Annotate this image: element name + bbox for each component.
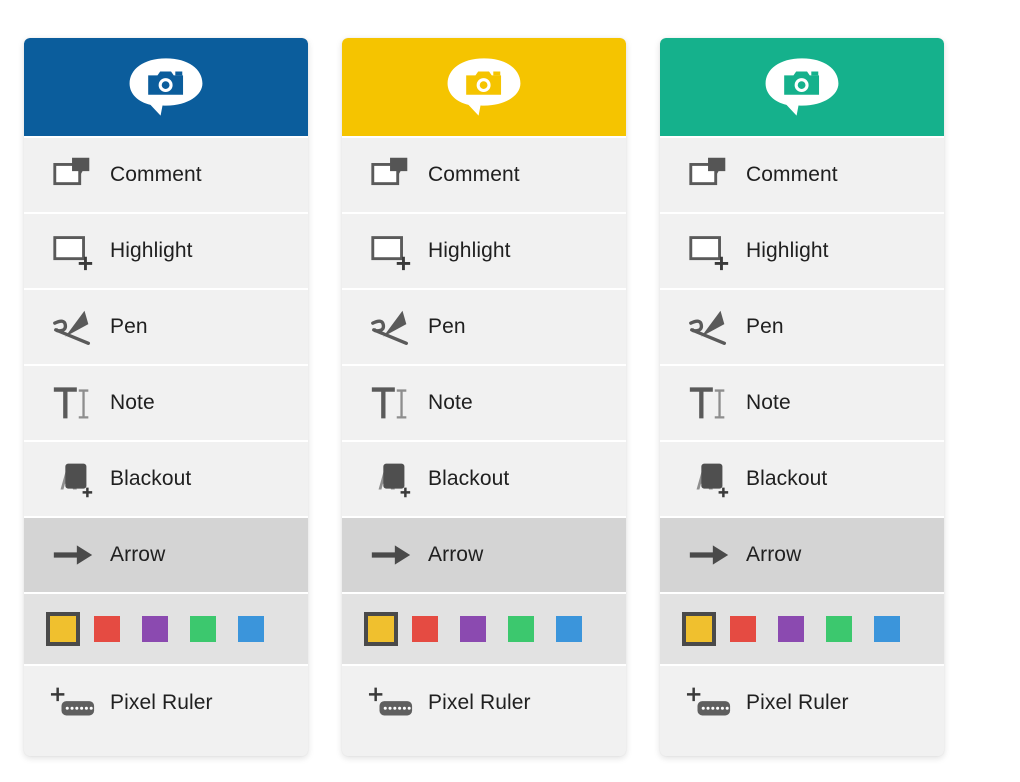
tool-row-pen[interactable]: Pen xyxy=(24,288,308,364)
tool-label: Pen xyxy=(110,315,148,338)
color-swatch-yellow[interactable] xyxy=(364,612,398,646)
camera-speech-bubble-icon xyxy=(445,56,523,118)
color-swatch-red[interactable] xyxy=(412,616,438,642)
color-swatch-purple[interactable] xyxy=(460,616,486,642)
tool-label: Highlight xyxy=(110,239,193,262)
highlight-box-icon xyxy=(368,228,414,274)
highlight-box-icon xyxy=(686,228,732,274)
pen-icon xyxy=(368,304,414,350)
tool-label: Comment xyxy=(110,163,202,186)
arrow-right-icon xyxy=(50,532,96,578)
tool-row-note[interactable]: Note xyxy=(660,364,944,440)
color-swatch-yellow[interactable] xyxy=(46,612,80,646)
panel-header xyxy=(24,38,308,136)
tool-label: Pen xyxy=(428,315,466,338)
panel-footer xyxy=(342,740,626,756)
tool-row-blackout[interactable]: Blackout xyxy=(24,440,308,516)
tool-label: Highlight xyxy=(746,239,829,262)
tool-label: Pixel Ruler xyxy=(428,691,531,714)
tool-row-pixel-ruler[interactable]: Pixel Ruler xyxy=(660,664,944,740)
panel-footer xyxy=(24,740,308,756)
annotation-toolbar-panel: Comment Highlight Pen Note Blackout Arrow Pixe… xyxy=(342,38,626,756)
tool-label: Blackout xyxy=(428,467,510,490)
comment-box-icon xyxy=(686,152,732,198)
tool-label: Pixel Ruler xyxy=(110,691,213,714)
pen-icon xyxy=(686,304,732,350)
text-note-icon xyxy=(50,380,96,426)
tool-row-pixel-ruler[interactable]: Pixel Ruler xyxy=(342,664,626,740)
tool-row-arrow[interactable]: Arrow xyxy=(342,516,626,592)
arrow-right-icon xyxy=(686,532,732,578)
color-palette-row xyxy=(24,592,308,664)
color-swatch-blue[interactable] xyxy=(874,616,900,642)
tool-label: Highlight xyxy=(428,239,511,262)
toolbar-panels-stage: Comment Highlight Pen Note Blackout Arrow Pixe… xyxy=(0,0,1020,782)
tool-row-comment[interactable]: Comment xyxy=(342,136,626,212)
tool-row-highlight[interactable]: Highlight xyxy=(24,212,308,288)
annotation-toolbar-panel: Comment Highlight Pen Note Blackout Arrow Pixe… xyxy=(24,38,308,756)
tool-row-note[interactable]: Note xyxy=(342,364,626,440)
tool-label: Note xyxy=(110,391,155,414)
camera-speech-bubble-icon xyxy=(763,56,841,118)
color-palette-row xyxy=(342,592,626,664)
comment-box-icon xyxy=(368,152,414,198)
color-swatch-yellow[interactable] xyxy=(682,612,716,646)
pixel-ruler-icon xyxy=(368,680,414,726)
color-swatch-green[interactable] xyxy=(508,616,534,642)
color-swatch-green[interactable] xyxy=(826,616,852,642)
pixel-ruler-icon xyxy=(50,680,96,726)
tool-label: Comment xyxy=(428,163,520,186)
color-swatch-green[interactable] xyxy=(190,616,216,642)
tool-row-highlight[interactable]: Highlight xyxy=(660,212,944,288)
text-note-icon xyxy=(368,380,414,426)
color-palette-row xyxy=(660,592,944,664)
tool-row-comment[interactable]: Comment xyxy=(660,136,944,212)
tool-label: Blackout xyxy=(746,467,828,490)
panel-header xyxy=(660,38,944,136)
annotation-toolbar-panel: Comment Highlight Pen Note Blackout Arrow Pixe… xyxy=(660,38,944,756)
color-swatch-purple[interactable] xyxy=(778,616,804,642)
tool-row-arrow[interactable]: Arrow xyxy=(660,516,944,592)
pen-icon xyxy=(50,304,96,350)
highlight-box-icon xyxy=(50,228,96,274)
tool-label: Arrow xyxy=(746,543,802,566)
pixel-ruler-icon xyxy=(686,680,732,726)
panel-footer xyxy=(660,740,944,756)
arrow-right-icon xyxy=(368,532,414,578)
panel-header xyxy=(342,38,626,136)
tool-label: Comment xyxy=(746,163,838,186)
color-swatch-red[interactable] xyxy=(730,616,756,642)
tool-label: Note xyxy=(428,391,473,414)
tool-row-blackout[interactable]: Blackout xyxy=(660,440,944,516)
blackout-icon xyxy=(50,456,96,502)
tool-row-note[interactable]: Note xyxy=(24,364,308,440)
tool-row-highlight[interactable]: Highlight xyxy=(342,212,626,288)
tool-row-pen[interactable]: Pen xyxy=(660,288,944,364)
tool-label: Blackout xyxy=(110,467,192,490)
color-swatch-blue[interactable] xyxy=(556,616,582,642)
tool-row-pen[interactable]: Pen xyxy=(342,288,626,364)
blackout-icon xyxy=(368,456,414,502)
tool-row-arrow[interactable]: Arrow xyxy=(24,516,308,592)
tool-label: Arrow xyxy=(428,543,484,566)
tool-row-comment[interactable]: Comment xyxy=(24,136,308,212)
tool-row-blackout[interactable]: Blackout xyxy=(342,440,626,516)
blackout-icon xyxy=(686,456,732,502)
text-note-icon xyxy=(686,380,732,426)
tool-label: Note xyxy=(746,391,791,414)
tool-label: Arrow xyxy=(110,543,166,566)
camera-speech-bubble-icon xyxy=(127,56,205,118)
comment-box-icon xyxy=(50,152,96,198)
color-swatch-red[interactable] xyxy=(94,616,120,642)
tool-label: Pen xyxy=(746,315,784,338)
color-swatch-blue[interactable] xyxy=(238,616,264,642)
tool-row-pixel-ruler[interactable]: Pixel Ruler xyxy=(24,664,308,740)
tool-label: Pixel Ruler xyxy=(746,691,849,714)
color-swatch-purple[interactable] xyxy=(142,616,168,642)
